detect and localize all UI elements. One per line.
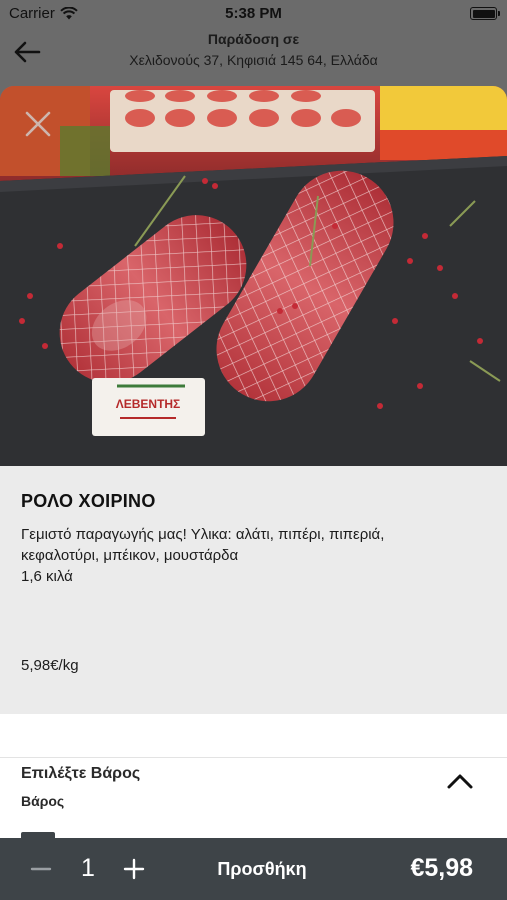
product-screen: Carrier 5:38 PM Παράδοση σε Χελιδονούς 3… <box>0 0 507 900</box>
clock: 5:38 PM <box>225 5 282 22</box>
add-to-cart-button[interactable]: Προσθήκη <box>186 846 338 892</box>
delivery-address[interactable]: Χελιδονούς 37, Κηφισιά 145 64, Ελλάδα <box>0 52 507 68</box>
product-label-brand: ΛΕΒΕΝΤΗΣ <box>116 397 181 411</box>
product-info: ΡΟΛΟ ΧΟΙΡΙΝΟ Γεμιστό παραγωγής μας! Υλικ… <box>0 466 507 714</box>
product-description: Γεμιστό παραγωγής μας! Υλικα: αλάτι, πιπ… <box>21 524 491 587</box>
minus-icon <box>30 867 52 871</box>
delivery-title: Παράδοση σε <box>207 31 300 47</box>
product-photo: ΛΕΒΕΝΤΗΣ <box>0 86 507 466</box>
description-line: Γεμιστό παραγωγής μας! Υλικα: αλάτι, πιπ… <box>21 526 385 543</box>
cart-bar: 1 Προσθήκη €5,98 <box>0 838 507 900</box>
total-price: €5,98 <box>410 854 473 882</box>
quantity-decrease-button[interactable] <box>26 854 56 884</box>
description-line: κεφαλοτύρι, μπέικον, μουστάρδα <box>21 547 239 564</box>
delivery-header: Παράδοση σε Χελιδονούς 37, Κηφισιά 145 6… <box>0 28 507 76</box>
quantity-increase-button[interactable] <box>119 854 149 884</box>
close-icon <box>25 111 51 137</box>
product-sheet: ΛΕΒΕΝΤΗΣ ΡΟΛΟ ΧΟΙΡΙΝΟ Γεμιστό παραγωγής … <box>0 86 507 900</box>
quantity-value: 1 <box>81 854 95 882</box>
unit-price: 5,98€/kg <box>21 657 79 674</box>
status-bar: Carrier 5:38 PM <box>0 0 507 28</box>
weight-selector[interactable]: Επιλέξτε Βάρος Βάρος <box>0 758 507 838</box>
description-line: 1,6 κιλά <box>21 568 73 585</box>
battery-icon <box>470 7 500 20</box>
close-button[interactable] <box>22 108 54 140</box>
chevron-up-icon[interactable] <box>445 771 475 791</box>
weight-selector-title: Επιλέξτε Βάρος <box>21 765 141 782</box>
weight-selector-subtitle: Βάρος <box>21 793 65 809</box>
product-name: ΡΟΛΟ ΧΟΙΡΙΝΟ <box>21 491 156 511</box>
plus-icon <box>123 858 145 880</box>
